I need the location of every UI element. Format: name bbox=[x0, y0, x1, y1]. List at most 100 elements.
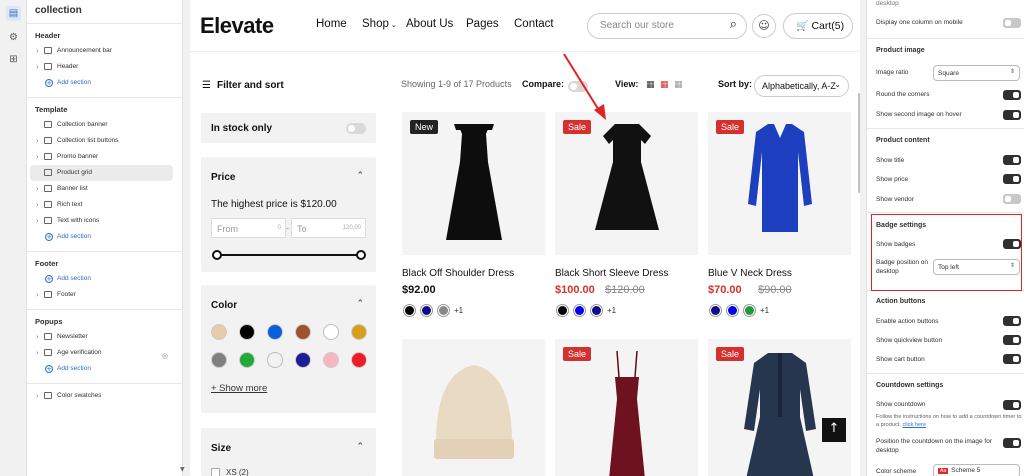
chevron-up-icon[interactable]: ⌃ bbox=[356, 171, 364, 181]
show-more-link[interactable]: + Show more bbox=[211, 383, 267, 394]
price-to-input[interactable]: To 120.00 bbox=[291, 218, 366, 238]
sidebar-item-newsletter[interactable]: › Newsletter bbox=[27, 329, 182, 345]
color-swatch[interactable] bbox=[295, 324, 311, 340]
sidebar-item-promo-banner[interactable]: › Promo banner bbox=[27, 149, 182, 165]
price-slider-min-handle[interactable] bbox=[212, 250, 222, 260]
price-from-input[interactable]: From 0 bbox=[211, 218, 286, 238]
sidebar-item-collection-banner[interactable]: Collection banner bbox=[27, 117, 182, 133]
product-card[interactable]: New bbox=[402, 112, 545, 255]
product-color-swatch[interactable] bbox=[438, 305, 449, 316]
chevron-right-icon[interactable]: › bbox=[36, 345, 39, 361]
sidebar-item-color-swatches[interactable]: › Color swatches bbox=[27, 388, 182, 404]
preview-scrollbar[interactable] bbox=[858, 93, 860, 193]
color-swatch[interactable] bbox=[239, 352, 255, 368]
round-corners-toggle[interactable] bbox=[1003, 90, 1021, 100]
nav-home[interactable]: Home bbox=[316, 18, 347, 30]
product-card[interactable]: Sale bbox=[708, 339, 851, 476]
chevron-right-icon[interactable]: › bbox=[36, 287, 39, 303]
sidebar-item-banner-list[interactable]: › Banner list bbox=[27, 181, 182, 197]
nav-contact[interactable]: Contact bbox=[514, 18, 554, 30]
sidebar-item-rich-text[interactable]: › Rich text bbox=[27, 197, 182, 213]
product-card[interactable]: Sale bbox=[555, 339, 698, 476]
click-here-link[interactable]: click here bbox=[902, 422, 926, 428]
product-card[interactable]: Sale bbox=[708, 112, 851, 255]
chevron-right-icon[interactable]: › bbox=[36, 329, 39, 345]
color-swatch[interactable] bbox=[267, 324, 283, 340]
color-swatch[interactable] bbox=[295, 352, 311, 368]
color-swatch[interactable] bbox=[211, 324, 227, 340]
theme-settings-icon[interactable]: ⚙ bbox=[6, 30, 21, 45]
color-swatch[interactable] bbox=[211, 352, 227, 368]
countdown-toggle[interactable] bbox=[1003, 400, 1021, 410]
chevron-up-icon[interactable]: ⌃ bbox=[356, 299, 364, 309]
sort-select[interactable]: Alphabetically, A-Z ⌄ bbox=[754, 75, 849, 97]
product-title[interactable]: Black Short Sleeve Dress bbox=[555, 268, 668, 279]
add-section-button[interactable]: + Add section bbox=[27, 229, 182, 245]
search-input[interactable]: Search our store ⌕ bbox=[587, 13, 747, 39]
product-color-swatch[interactable] bbox=[744, 305, 755, 316]
sidebar-item-collection-list-buttons[interactable]: › Collection list buttons bbox=[27, 133, 182, 149]
grid-4-icon[interactable]: ▦ bbox=[674, 80, 683, 90]
search-icon[interactable]: ⌕ bbox=[730, 17, 737, 32]
color-swatch[interactable] bbox=[323, 324, 339, 340]
nav-pages[interactable]: Pages bbox=[466, 18, 499, 30]
color-swatch[interactable] bbox=[267, 352, 283, 368]
store-logo[interactable]: Elevate bbox=[200, 13, 274, 39]
sidebar-item-announcement-bar[interactable]: › Announcement bar bbox=[27, 43, 182, 59]
color-swatch[interactable] bbox=[239, 324, 255, 340]
chevron-right-icon[interactable]: › bbox=[36, 149, 39, 165]
chevron-right-icon[interactable]: › bbox=[36, 181, 39, 197]
chevron-right-icon[interactable]: › bbox=[36, 133, 39, 149]
cart-button[interactable]: 🛒 Cart(5) bbox=[783, 13, 853, 39]
add-section-button[interactable]: + Add section bbox=[27, 75, 182, 91]
image-ratio-select[interactable]: Square ⇕ bbox=[933, 65, 1020, 81]
price-slider-max-handle[interactable] bbox=[356, 250, 366, 260]
product-card[interactable] bbox=[402, 339, 545, 476]
show-vendor-toggle[interactable] bbox=[1003, 194, 1021, 204]
scroll-down-icon[interactable]: ▼ bbox=[180, 466, 185, 473]
product-color-swatch[interactable] bbox=[574, 305, 585, 316]
grid-2-icon[interactable]: ▦ bbox=[646, 80, 655, 90]
chevron-right-icon[interactable]: › bbox=[36, 213, 39, 229]
sidebar-item-header[interactable]: › Header bbox=[27, 59, 182, 75]
chevron-right-icon[interactable]: › bbox=[36, 388, 39, 404]
sidebar-item-product-grid[interactable]: Product grid bbox=[30, 165, 173, 181]
account-icon[interactable]: ☺ bbox=[752, 14, 776, 38]
product-color-swatch[interactable] bbox=[710, 305, 721, 316]
product-color-swatch[interactable] bbox=[421, 305, 432, 316]
chevron-right-icon[interactable]: › bbox=[36, 59, 39, 75]
quickview-toggle[interactable] bbox=[1003, 335, 1021, 345]
color-swatch[interactable] bbox=[323, 352, 339, 368]
color-scheme-select[interactable]: Aa Scheme 5 bbox=[933, 464, 1020, 476]
cart-button-toggle[interactable] bbox=[1003, 354, 1021, 364]
chevron-right-icon[interactable]: › bbox=[36, 43, 39, 59]
product-card[interactable]: Sale bbox=[555, 112, 698, 255]
scroll-to-top-button[interactable]: ↑ bbox=[822, 418, 846, 442]
show-title-toggle[interactable] bbox=[1003, 155, 1021, 165]
color-swatch[interactable] bbox=[351, 324, 367, 340]
product-color-swatch[interactable] bbox=[591, 305, 602, 316]
sidebar-item-footer[interactable]: › Footer bbox=[27, 287, 182, 303]
grid-3-icon[interactable]: ▦ bbox=[660, 80, 669, 90]
sections-icon[interactable]: ▤ bbox=[6, 6, 21, 21]
nav-about[interactable]: About Us bbox=[406, 18, 453, 30]
chevron-right-icon[interactable]: › bbox=[36, 197, 39, 213]
action-buttons-toggle[interactable] bbox=[1003, 316, 1021, 326]
chevron-up-icon[interactable]: ⌃ bbox=[356, 442, 364, 452]
show-price-toggle[interactable] bbox=[1003, 174, 1021, 184]
product-title[interactable]: Blue V Neck Dress bbox=[708, 268, 792, 279]
compare-toggle[interactable] bbox=[568, 81, 588, 92]
filter-and-sort[interactable]: ☰ Filter and sort bbox=[202, 80, 284, 91]
add-section-button[interactable]: + Add section bbox=[27, 271, 182, 287]
countdown-position-toggle[interactable] bbox=[1003, 438, 1021, 448]
product-title[interactable]: Black Off Shoulder Dress bbox=[402, 268, 514, 279]
sidebar-item-age-verification[interactable]: › Age verification ◎ bbox=[27, 345, 182, 361]
app-embeds-icon[interactable]: ⊞ bbox=[6, 52, 21, 67]
size-checkbox[interactable] bbox=[211, 468, 220, 476]
one-column-toggle[interactable] bbox=[1003, 18, 1021, 28]
product-color-swatch[interactable] bbox=[727, 305, 738, 316]
color-swatch[interactable] bbox=[351, 352, 367, 368]
add-section-button[interactable]: + Add section bbox=[27, 361, 182, 377]
product-color-swatch[interactable] bbox=[557, 305, 568, 316]
sidebar-item-text-with-icons[interactable]: › Text with icons bbox=[27, 213, 182, 229]
